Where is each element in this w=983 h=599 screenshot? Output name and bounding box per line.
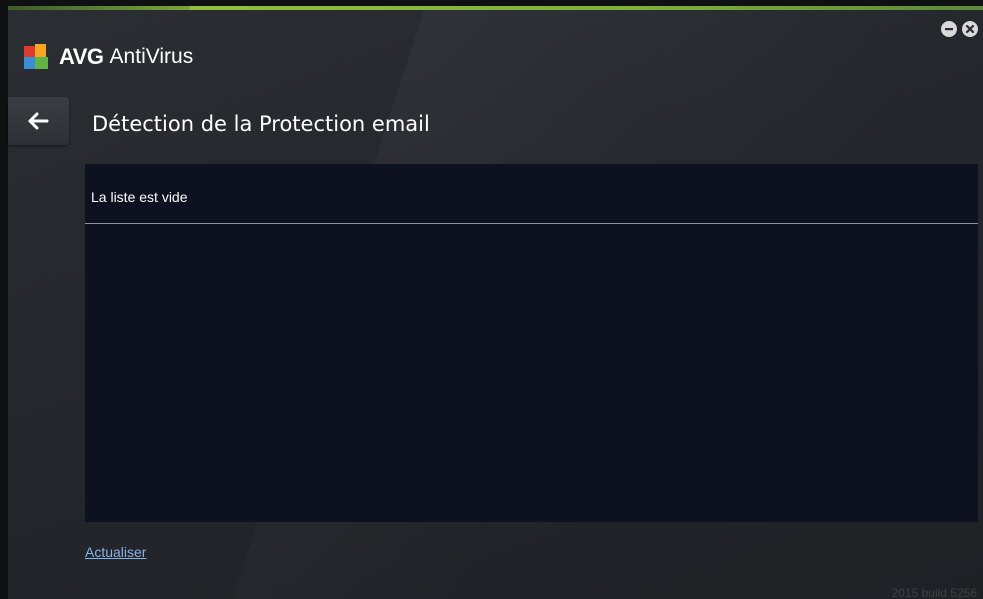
- minus-icon: [945, 28, 953, 31]
- arrow-left-icon: [28, 112, 49, 130]
- list-header-row: La liste est vide: [85, 164, 978, 224]
- logo-product-text: AntiVirus: [109, 45, 194, 68]
- app-logo: AVG AntiVirus: [24, 44, 193, 70]
- avg-logo-icon: [24, 44, 54, 70]
- close-icon: [965, 24, 975, 34]
- window-left-edge: [0, 0, 8, 599]
- back-button[interactable]: [8, 97, 69, 145]
- page-title: Détection de la Protection email: [92, 112, 430, 136]
- build-version-text: 2015 build 5256: [891, 586, 977, 599]
- close-button[interactable]: [962, 21, 978, 37]
- minimize-button[interactable]: [941, 21, 957, 37]
- avg-main-window: AVG AntiVirus Détection de la Protection…: [0, 0, 983, 599]
- progress-accent: [190, 6, 983, 10]
- progress-accent-left: [8, 6, 190, 10]
- detections-list[interactable]: La liste est vide: [85, 164, 978, 522]
- empty-list-message: La liste est vide: [91, 189, 188, 205]
- refresh-link[interactable]: Actualiser: [85, 543, 146, 561]
- logo-brand-text: AVG: [59, 44, 104, 69]
